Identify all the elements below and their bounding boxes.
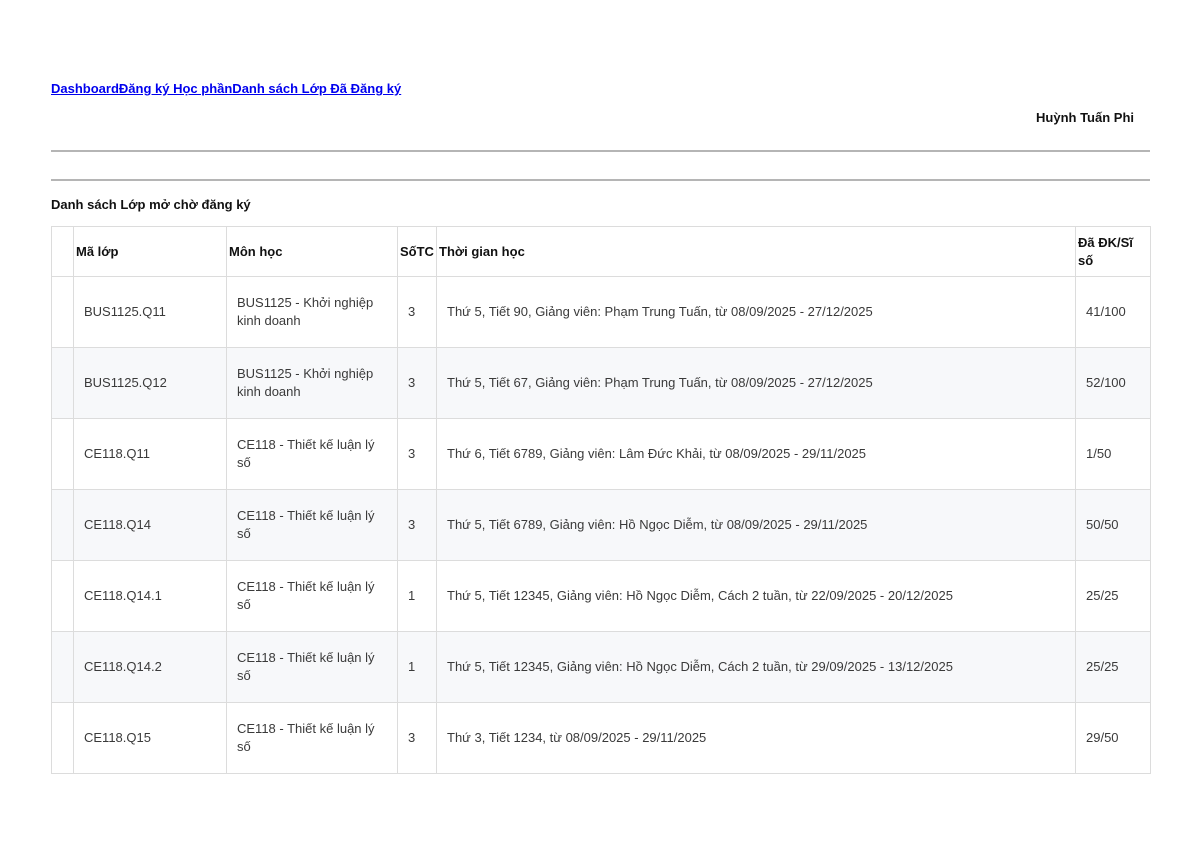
subject-name: CE118 - Thiết kế luận lý số: [226, 702, 398, 774]
credits: 3: [397, 702, 437, 774]
credits-column-header: SốTC: [397, 226, 437, 277]
credits: 1: [397, 560, 437, 632]
enrollment-count: 25/25: [1075, 631, 1151, 703]
subject-name: CE118 - Thiết kế luận lý số: [226, 489, 398, 561]
subject-name: CE118 - Thiết kế luận lý số: [226, 560, 398, 632]
enrollment-count: 41/100: [1075, 276, 1151, 348]
breadcrumb-link[interactable]: DashboardĐăng ký Học phầnDanh sách Lớp Đ…: [51, 81, 401, 96]
class-code: BUS1125.Q11: [73, 276, 227, 348]
divider: [51, 179, 1150, 181]
schedule: Thứ 5, Tiết 90, Giảng viên: Phạm Trung T…: [436, 276, 1076, 348]
row-select-cell[interactable]: [51, 347, 74, 419]
table-row[interactable]: CE118.Q14 CE118 - Thiết kế luận lý số 3 …: [51, 489, 1151, 561]
table-row[interactable]: CE118.Q15 CE118 - Thiết kế luận lý số 3 …: [51, 702, 1151, 774]
subject-name: CE118 - Thiết kế luận lý số: [226, 631, 398, 703]
credits: 1: [397, 631, 437, 703]
table-row[interactable]: CE118.Q11 CE118 - Thiết kế luận lý số 3 …: [51, 418, 1151, 490]
class-code: CE118.Q15: [73, 702, 227, 774]
row-select-cell[interactable]: [51, 489, 74, 561]
class-code: CE118.Q14: [73, 489, 227, 561]
subject-name: BUS1125 - Khởi nghiệp kinh doanh: [226, 276, 398, 348]
table-row[interactable]: CE118.Q14.2 CE118 - Thiết kế luận lý số …: [51, 631, 1151, 703]
enrollment-count: 52/100: [1075, 347, 1151, 419]
enrollment-count: 1/50: [1075, 418, 1151, 490]
credits: 3: [397, 489, 437, 561]
subject-name: CE118 - Thiết kế luận lý số: [226, 418, 398, 490]
schedule: Thứ 5, Tiết 12345, Giảng viên: Hồ Ngọc D…: [436, 560, 1076, 632]
schedule: Thứ 5, Tiết 12345, Giảng viên: Hồ Ngọc D…: [436, 631, 1076, 703]
class-code: CE118.Q14.2: [73, 631, 227, 703]
schedule: Thứ 3, Tiết 1234, từ 08/09/2025 - 29/11/…: [436, 702, 1076, 774]
enrollment-count: 29/50: [1075, 702, 1151, 774]
breadcrumb-nav: DashboardĐăng ký Học phầnDanh sách Lớp Đ…: [51, 81, 401, 96]
schedule: Thứ 6, Tiết 6789, Giảng viên: Lâm Đức Kh…: [436, 418, 1076, 490]
class-code: CE118.Q14.1: [73, 560, 227, 632]
table-row[interactable]: BUS1125.Q12 BUS1125 - Khởi nghiệp kinh d…: [51, 347, 1151, 419]
user-name: Huỳnh Tuấn Phi: [1036, 110, 1134, 125]
subject-column-header: Môn học: [226, 226, 398, 277]
section-title: Danh sách Lớp mở chờ đăng ký: [51, 197, 251, 212]
row-select-cell[interactable]: [51, 418, 74, 490]
class-table: Mã lớp Môn học SốTC Thời gian học Đã ĐK/…: [51, 226, 1151, 774]
credits: 3: [397, 276, 437, 348]
code-column-header: Mã lớp: [73, 226, 227, 277]
row-select-cell[interactable]: [51, 702, 74, 774]
row-select-cell[interactable]: [51, 276, 74, 348]
table-row[interactable]: BUS1125.Q11 BUS1125 - Khởi nghiệp kinh d…: [51, 276, 1151, 348]
credits: 3: [397, 347, 437, 419]
table-row[interactable]: CE118.Q14.1 CE118 - Thiết kế luận lý số …: [51, 560, 1151, 632]
schedule: Thứ 5, Tiết 6789, Giảng viên: Hồ Ngọc Di…: [436, 489, 1076, 561]
enrollment-count: 25/25: [1075, 560, 1151, 632]
divider: [51, 150, 1150, 152]
enrollment-count: 50/50: [1075, 489, 1151, 561]
subject-name: BUS1125 - Khởi nghiệp kinh doanh: [226, 347, 398, 419]
count-column-header: Đã ĐK/Sĩ số: [1075, 226, 1151, 277]
class-code: CE118.Q11: [73, 418, 227, 490]
credits: 3: [397, 418, 437, 490]
row-select-cell[interactable]: [51, 631, 74, 703]
select-column-header: [51, 226, 74, 277]
class-code: BUS1125.Q12: [73, 347, 227, 419]
schedule-column-header: Thời gian học: [436, 226, 1076, 277]
schedule: Thứ 5, Tiết 67, Giảng viên: Phạm Trung T…: [436, 347, 1076, 419]
table-header-row: Mã lớp Môn học SốTC Thời gian học Đã ĐK/…: [51, 226, 1151, 277]
row-select-cell[interactable]: [51, 560, 74, 632]
